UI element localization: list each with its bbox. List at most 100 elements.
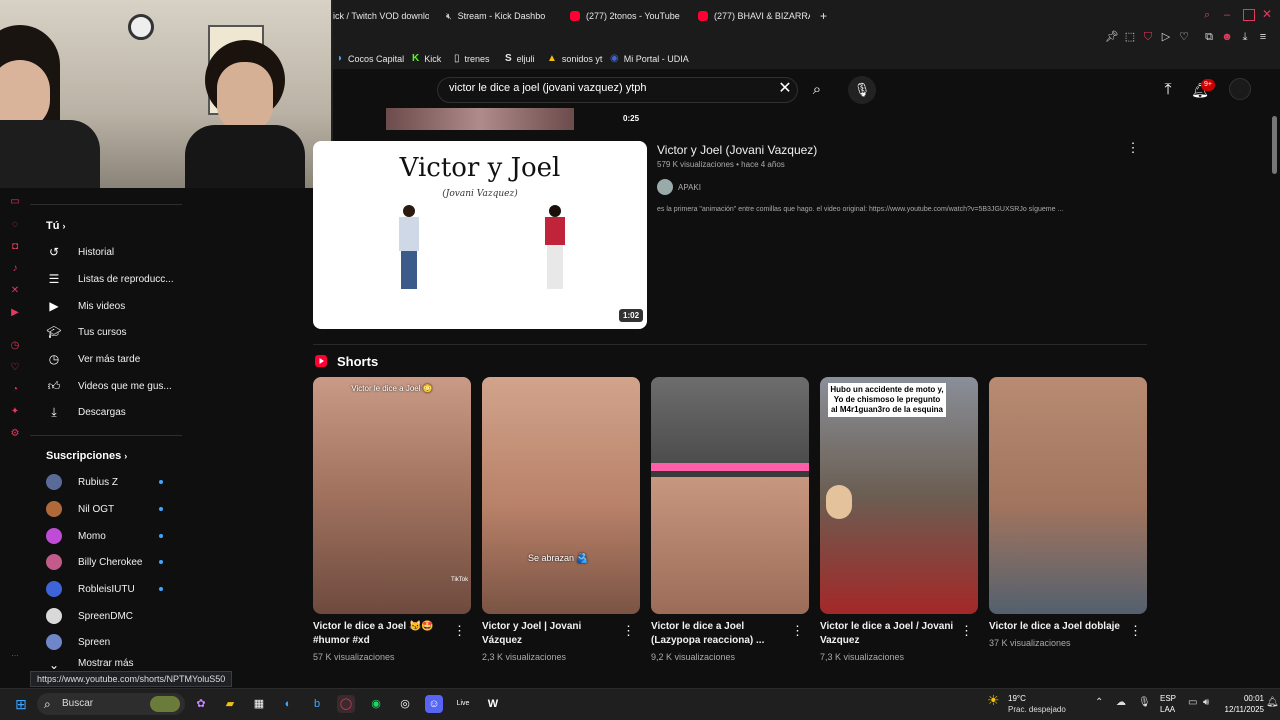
shield-icon[interactable]: ⛉ [1141, 30, 1155, 44]
subscription-item[interactable]: RobleisIUTU [46, 578, 171, 600]
result-title[interactable]: Victor y Joel (Jovani Vazquez) [657, 143, 817, 157]
network-icon[interactable]: ▭ [1188, 698, 1197, 708]
more-options-icon[interactable]: ⋮ [791, 623, 804, 639]
screenshot-icon[interactable]: ⬚ [1123, 30, 1137, 44]
sidebar-item-playlists[interactable]: ☰ Listas de reproducc... [46, 268, 186, 290]
discord-icon[interactable]: ☺ [425, 695, 443, 713]
store-icon[interactable]: ▦ [250, 695, 268, 713]
volume-icon[interactable]: 🔊︎ [1203, 698, 1209, 708]
short-thumbnail[interactable]: Victor le dice a Joel 😳 TikTok [313, 377, 471, 614]
short-title[interactable]: Victor y Joel | Jovani Vázquez [482, 620, 622, 648]
copilot-icon[interactable]: ✿ [192, 695, 210, 713]
weather-icon[interactable]: ☀ [987, 692, 1003, 708]
search-icon[interactable]: ⌕ [801, 77, 833, 103]
sidebar-item-liked[interactable]: 👍︎ Videos que me gus... [46, 375, 186, 397]
short-thumbnail[interactable]: Hubo un accidente de moto y, Yo de chism… [820, 377, 978, 614]
sidebar-item-downloads[interactable]: ⤓ Descargas [46, 401, 186, 423]
subscription-item[interactable]: SpreenDMC [46, 605, 171, 627]
short-title[interactable]: Victor le dice a Joel (Lazypopa reaccion… [651, 620, 791, 648]
bookmark-sonidos[interactable]: ▲ sonidos yt [547, 52, 602, 66]
subscription-item[interactable]: Momo [46, 525, 171, 547]
more-options-icon[interactable]: ⋮ [960, 623, 973, 639]
avatar[interactable] [1229, 78, 1251, 100]
tab-twitch-vod[interactable]: ick / Twitch VOD downlo [333, 6, 429, 26]
whatsapp-icon[interactable]: ◌ [8, 218, 22, 232]
channel-avatar[interactable] [657, 179, 673, 195]
extensions-icon[interactable]: ✦ [8, 405, 22, 419]
downloads-icon[interactable]: ⤓ [1238, 30, 1252, 44]
obs-icon[interactable]: ◎ [396, 695, 414, 713]
extensions-icon[interactable]: ⧉ [1202, 30, 1216, 44]
search-tabs-icon[interactable]: ⌕ [1204, 9, 1216, 21]
settings-icon[interactable]: ⚙ [8, 427, 22, 441]
chat-icon[interactable]: ▭ [8, 195, 22, 209]
maximize-icon[interactable] [1243, 9, 1255, 21]
pin-icon[interactable]: 📌︎ [1105, 30, 1119, 44]
new-tab-button[interactable]: + [820, 6, 834, 26]
spotify-icon[interactable]: ◉ [367, 695, 385, 713]
history-icon[interactable]: ◷ [8, 339, 22, 353]
bookmark-cocos[interactable]: ◗ Cocos Capital [337, 52, 404, 66]
keyboard-layout[interactable]: LAA [1160, 705, 1175, 715]
instagram-icon[interactable]: ◘ [8, 240, 22, 254]
menu-icon[interactable]: ≡ [1256, 30, 1270, 44]
bookmark-kick[interactable]: K Kick [412, 52, 441, 66]
subscription-item[interactable]: Billy Cherokee [46, 551, 171, 573]
chevron-up-icon[interactable]: ⌃ [1095, 698, 1103, 708]
more-options-icon[interactable]: ⋮ [1126, 140, 1140, 156]
x-icon[interactable]: ✕ [8, 284, 22, 298]
result-thumbnail[interactable]: Victor y Joel (Jovani Vazquez) 1:02 [313, 141, 647, 329]
short-thumbnail[interactable] [651, 377, 809, 614]
more-icon[interactable]: ⋯ [8, 650, 22, 664]
sidebar-item-historial[interactable]: ↺ Historial [46, 241, 186, 263]
bing-icon[interactable]: b [308, 695, 326, 713]
close-window-icon[interactable]: ✕ [1262, 7, 1274, 21]
prev-result-thumbnail[interactable] [386, 108, 574, 130]
minimize-icon[interactable]: – [1224, 9, 1236, 21]
tab-youtube-2tonos[interactable]: (277) 2tonos - YouTube [570, 6, 685, 26]
clock-time[interactable]: 00:01 [1234, 694, 1264, 704]
file-explorer-icon[interactable]: ▰ [221, 695, 239, 713]
microphone-icon[interactable]: 🎙︎ [1138, 698, 1151, 708]
search-input[interactable]: victor le dice a joel (jovani vazquez) y… [449, 82, 646, 94]
tiktok-icon[interactable]: ♪ [8, 262, 22, 276]
clock-date[interactable]: 12/11/2025 [1222, 705, 1264, 715]
bookmark-eljuli[interactable]: Seljuli [505, 52, 535, 66]
waves-icon[interactable]: W [484, 695, 502, 713]
heart-icon[interactable]: ♡ [1177, 30, 1191, 44]
sidebar-item-watch-later[interactable]: ◷ Ver más tarde [46, 348, 186, 370]
sidebar-subs-heading[interactable]: Suscripciones › [46, 450, 127, 462]
sidebar-you-heading[interactable]: Tú › [46, 220, 66, 232]
bookmark-udia[interactable]: ◉ Mi Portal - UDIA [610, 52, 689, 66]
more-options-icon[interactable]: ⋮ [453, 623, 466, 639]
short-thumbnail[interactable] [989, 377, 1147, 614]
opera-icon[interactable]: ◯ [337, 695, 355, 713]
sidebar-item-my-videos[interactable]: ▶ Mis videos [46, 295, 186, 317]
profile-icon[interactable]: ☻ [1220, 30, 1234, 44]
channel-name[interactable]: APAKI [678, 183, 701, 192]
cloud-icon[interactable]: ☁ [1116, 698, 1126, 708]
language-code[interactable]: ESP [1160, 694, 1176, 704]
subscription-item[interactable]: Rubius Z [46, 471, 171, 493]
subscription-item[interactable]: Spreen [46, 631, 171, 653]
scrollbar-thumb[interactable] [1272, 116, 1277, 174]
heart-icon[interactable]: ♡ [8, 361, 22, 375]
bookmark-trenes[interactable]: ▯ trenes [454, 52, 490, 66]
play-icon[interactable]: ▷ [1159, 30, 1173, 44]
clock-icon[interactable]: ◔ [8, 383, 22, 397]
short-title[interactable]: Victor le dice a Joel doblaje [989, 620, 1129, 634]
notifications-icon[interactable]: 🔔︎ [1266, 698, 1279, 708]
youtube-icon[interactable]: ▶ [8, 306, 22, 320]
upload-icon[interactable]: ⤒ [1158, 80, 1178, 100]
short-thumbnail[interactable]: Se abrazan 🫂 [482, 377, 640, 614]
live-icon[interactable]: Live [454, 695, 472, 713]
tab-youtube-bhavi[interactable]: (277) BHAVI & BIZARRAP [698, 6, 810, 26]
edge-icon[interactable]: ◐ [279, 695, 297, 713]
clear-search-icon[interactable]: ✕ [776, 80, 794, 98]
subscription-item[interactable]: Nil OGT [46, 498, 171, 520]
short-title[interactable]: Victor le dice a Joel / Jovani Vazquez [820, 620, 960, 648]
short-title[interactable]: Victor le dice a Joel 😼🤩 #humor #xd [313, 620, 453, 648]
more-options-icon[interactable]: ⋮ [622, 623, 635, 639]
sidebar-item-courses[interactable]: 🎓︎ Tus cursos [46, 321, 186, 343]
sidebar-show-more[interactable]: ⌄ Mostrar más [46, 658, 186, 670]
